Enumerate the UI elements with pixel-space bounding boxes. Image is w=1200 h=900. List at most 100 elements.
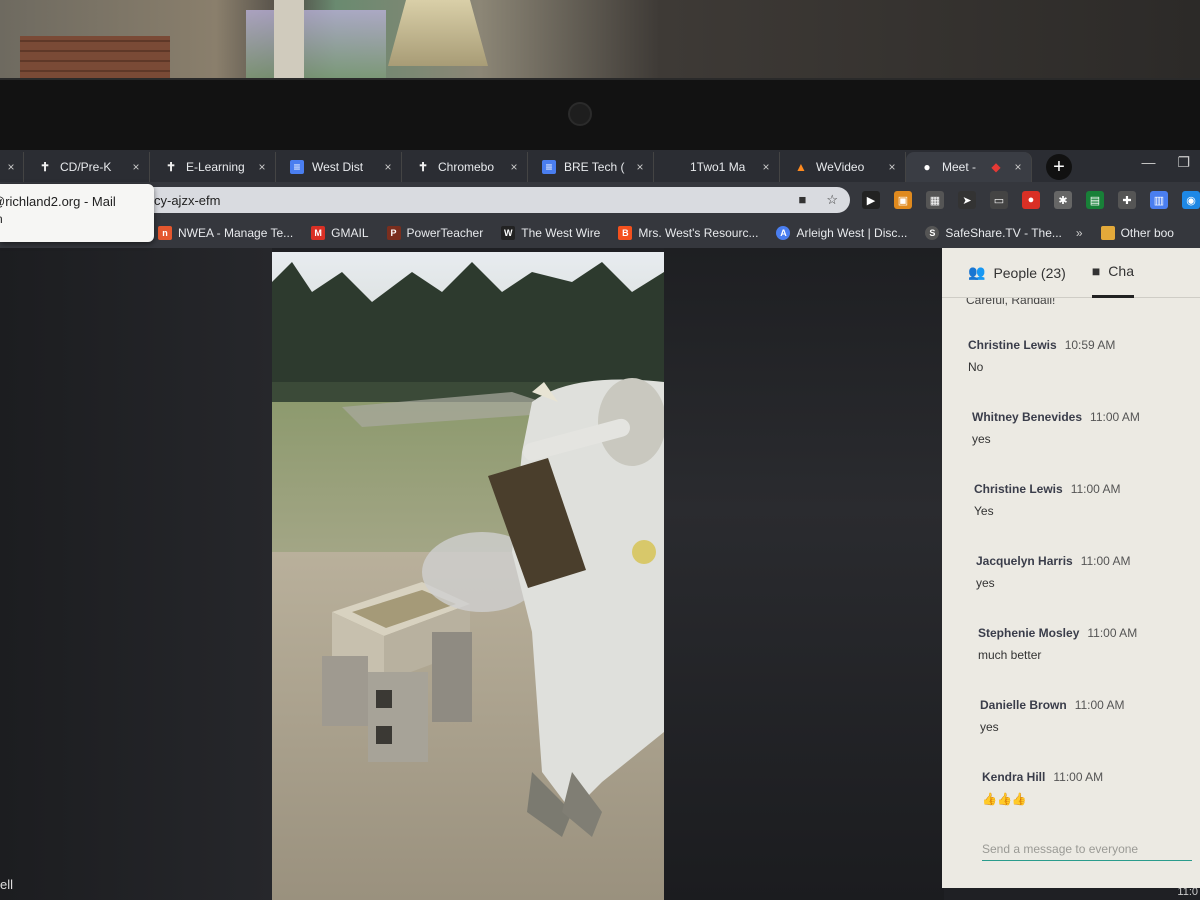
close-icon[interactable]: × xyxy=(885,160,899,174)
tab-e-learning[interactable]: ✝ E-Learning × xyxy=(150,152,276,182)
share-extension-icon[interactable]: ◉ xyxy=(1182,191,1200,209)
message-text: No xyxy=(968,360,984,374)
close-icon[interactable]: × xyxy=(4,160,18,174)
close-icon[interactable]: × xyxy=(129,160,143,174)
bookmark-label: Arleigh West | Disc... xyxy=(796,226,908,240)
tab-bre-tech[interactable]: ≡ BRE Tech ( × xyxy=(528,152,654,182)
bookmark-label: GMAIL xyxy=(331,226,369,240)
play-extension-icon[interactable]: ▶ xyxy=(862,191,880,209)
close-icon[interactable]: × xyxy=(759,160,773,174)
wevideo-icon: ▲ xyxy=(795,160,807,174)
room-background xyxy=(0,0,1200,80)
bookmark-label: SafeShare.TV - The... xyxy=(945,226,1062,240)
chat-label: Cha xyxy=(1108,263,1134,279)
puzzle-extension-icon[interactable]: ✚ xyxy=(1118,191,1136,209)
photo-of-laptop-screen: × ✝ CD/Pre-K × ✝ E-Learning × ≡ West Dis… xyxy=(0,0,1200,900)
grid-extension-icon[interactable]: ▦ xyxy=(926,191,944,209)
message-text: Yes xyxy=(974,504,994,518)
message-text: yes xyxy=(972,432,991,446)
window xyxy=(246,10,386,80)
blank-icon xyxy=(668,160,682,174)
side-panel: 👥 People (23) ■ Cha Careful, Randall! Ch… xyxy=(942,248,1200,888)
presentation-video xyxy=(272,252,664,900)
tab-1two1[interactable]: 1Two1 Ma × xyxy=(654,152,780,182)
bookmark-powerteacher[interactable]: P PowerTeacher xyxy=(386,226,483,240)
tab-title: CD/Pre-K xyxy=(60,160,112,174)
participant-name-fragment: ell xyxy=(0,877,14,892)
tab-cd-pre-k[interactable]: ✝ CD/Pre-K × xyxy=(24,152,150,182)
nwea-icon: n xyxy=(158,226,172,240)
tab-title: 1Two1 Ma xyxy=(690,160,746,174)
tab-partial[interactable]: × xyxy=(0,152,24,182)
maximize-icon[interactable]: ❐ xyxy=(1177,154,1190,171)
chat-messages: Christine Lewis 10:59 AM No Whitney Benev… xyxy=(942,338,1200,806)
close-icon[interactable]: × xyxy=(255,160,269,174)
bookmark-arleigh-west[interactable]: A Arleigh West | Disc... xyxy=(776,226,907,240)
cursor-extension-icon[interactable]: ➤ xyxy=(958,191,976,209)
sender-name: Whitney Benevides xyxy=(972,410,1083,424)
new-tab-button[interactable]: + xyxy=(1046,154,1072,180)
tab-title: BRE Tech ( xyxy=(564,160,625,174)
lamp-shade xyxy=(388,0,488,66)
tab-people[interactable]: 👥 People (23) xyxy=(968,248,1066,298)
message-text: much better xyxy=(978,648,1042,662)
camera-icon[interactable]: ■ xyxy=(798,192,806,208)
tab-title: Chromebo xyxy=(438,160,495,174)
minimize-icon[interactable]: — xyxy=(1141,154,1155,171)
meet-icon: ● xyxy=(923,160,931,174)
chat-message: Christine Lewis 10:59 AM No xyxy=(968,338,1200,374)
cross-icon: ✝ xyxy=(165,160,177,174)
bookmark-mrs-west[interactable]: B Mrs. West's Resourc... xyxy=(618,226,758,240)
sender-name: Kendra Hill xyxy=(982,770,1046,784)
extensions-area: ▶ ▣ ▦ ➤ ▭ ● ✱ ▤ ✚ ▥ ◉ xyxy=(862,191,1200,209)
bookmark-nwea[interactable]: n NWEA - Manage Te... xyxy=(158,226,293,240)
recording-icon: ◆ xyxy=(991,160,1001,174)
chat-message: Jacquelyn Harris 11:00 AM yes xyxy=(968,554,1200,590)
porch-post xyxy=(274,0,304,80)
close-icon[interactable]: × xyxy=(507,160,521,174)
cut-off-message: Careful, Randall! xyxy=(966,298,1056,307)
close-icon[interactable]: × xyxy=(1011,160,1025,174)
close-icon[interactable]: × xyxy=(381,160,395,174)
message-text: yes xyxy=(980,720,999,734)
address-bar[interactable]: cy-ajzx-efm ■ ☆ xyxy=(130,187,850,213)
message-time: 10:59 AM xyxy=(1064,338,1116,352)
doc-icon: ≡ xyxy=(542,160,556,174)
tab-chromebook[interactable]: ✝ Chromebo × xyxy=(402,152,528,182)
chat-input[interactable]: Send a message to everyone xyxy=(982,842,1192,861)
sender-name: Christine Lewis xyxy=(974,482,1063,496)
tab-west-dist[interactable]: ≡ West Dist × xyxy=(276,152,402,182)
star-icon[interactable]: ☆ xyxy=(826,192,838,208)
bookmark-west-wire[interactable]: W The West Wire xyxy=(501,226,600,240)
bookmark-label: NWEA - Manage Te... xyxy=(178,226,294,240)
sender-name: Christine Lewis xyxy=(968,338,1057,352)
discovery-icon: A xyxy=(776,226,791,240)
people-label: People (23) xyxy=(993,264,1066,281)
tab-wevideo[interactable]: ▲ WeVideo × xyxy=(780,152,906,182)
bookmarks-overflow-button[interactable]: » xyxy=(1076,226,1083,240)
chat-message: Stephenie Mosley 11:00 AM much better xyxy=(968,626,1200,662)
settings-extension-icon[interactable]: ✱ xyxy=(1054,191,1072,209)
other-bookmarks-folder[interactable]: Other boo xyxy=(1100,226,1174,240)
empty-tile-right xyxy=(664,248,944,900)
gmail-icon: M xyxy=(311,226,326,240)
bookmark-gmail[interactable]: M GMAIL xyxy=(311,226,369,240)
monitor-extension-icon[interactable]: ▭ xyxy=(990,191,1008,209)
notification-extension-icon[interactable]: ● xyxy=(1022,191,1040,209)
tab-title: Meet - xyxy=(942,160,977,174)
message-time: 11:00 AM xyxy=(1087,626,1138,640)
calendar-extension-icon[interactable]: ▤ xyxy=(1086,191,1104,209)
bookmark-label: Other boo xyxy=(1120,226,1174,240)
tab-meet[interactable]: ● Meet - ◆ × xyxy=(906,152,1032,182)
chat-message: Kendra Hill 11:00 AM 👍👍👍 xyxy=(968,770,1200,806)
bookmark-label: The West Wire xyxy=(521,226,601,240)
close-icon[interactable]: × xyxy=(633,160,647,174)
tab-chat[interactable]: ■ Cha xyxy=(1091,248,1134,298)
screencast-extension-icon[interactable]: ▣ xyxy=(894,191,912,209)
message-time: 11:00 AM xyxy=(1090,410,1140,424)
cross-icon: ✝ xyxy=(39,160,51,174)
bookmark-safeshare[interactable]: S SafeShare.TV - The... xyxy=(925,226,1062,240)
powerteacher-icon: P xyxy=(386,226,401,240)
chart-extension-icon[interactable]: ▥ xyxy=(1150,191,1168,209)
blogger-icon: B xyxy=(618,226,633,240)
